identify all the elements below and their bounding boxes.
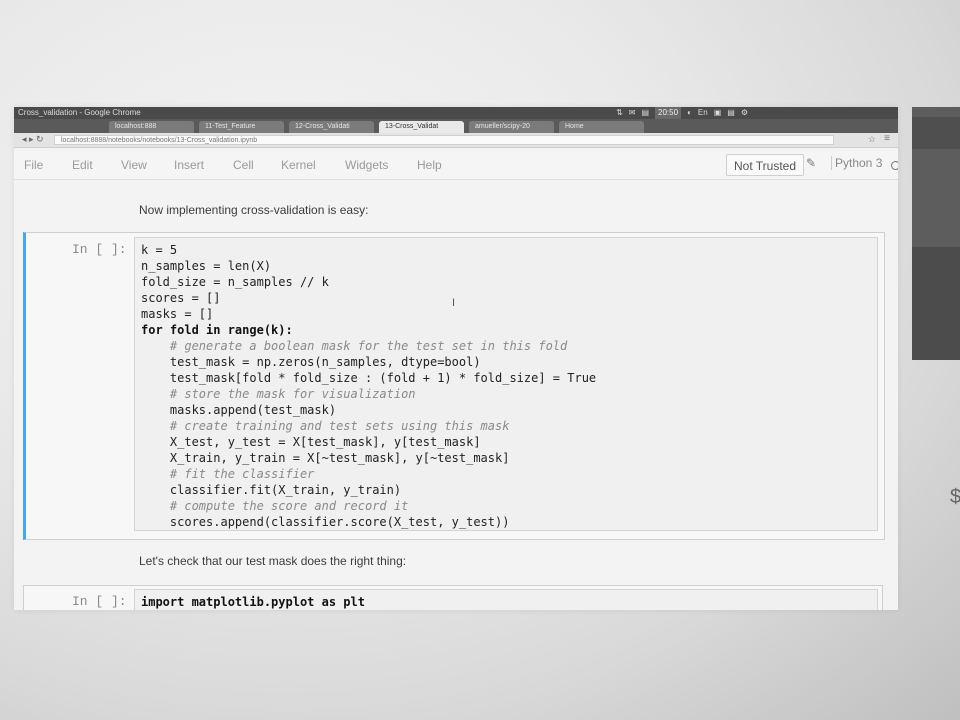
menu-kernel[interactable]: Kernel bbox=[281, 158, 316, 172]
menu-help[interactable]: Help bbox=[417, 158, 442, 172]
browser-menu-icon[interactable]: ≡ bbox=[884, 133, 890, 144]
menu-edit[interactable]: Edit bbox=[72, 158, 93, 172]
code-line: test_mask[fold * fold_size : (fold + 1) … bbox=[141, 371, 597, 385]
tray-icon[interactable]: ▣ bbox=[714, 107, 722, 119]
browser-tab[interactable]: 11-Test_Feature bbox=[199, 121, 284, 133]
browser-tab[interactable]: amueller/scipy-20 bbox=[469, 121, 554, 133]
code-line: X_test, y_test = X[test_mask], y[test_ma… bbox=[141, 435, 481, 449]
battery-icon[interactable]: ◐ bbox=[687, 107, 692, 119]
kernel-status-icon bbox=[891, 161, 898, 170]
menu-widgets[interactable]: Widgets bbox=[345, 158, 388, 172]
menu-cell[interactable]: Cell bbox=[233, 158, 254, 172]
code-line: scores = [] bbox=[141, 291, 221, 305]
code-comment: # fit the classifier bbox=[141, 467, 315, 481]
menu-view[interactable]: View bbox=[121, 158, 147, 172]
notebook-menubar: File Edit View Insert Cell Kernel Widget… bbox=[14, 151, 898, 180]
browser-tab-active[interactable]: 13-Cross_Validat bbox=[379, 121, 464, 133]
language-indicator[interactable]: En bbox=[698, 107, 708, 119]
cell-prompt: In [ ]: bbox=[72, 242, 127, 257]
markdown-cell: Let's check that our test mask does the … bbox=[139, 554, 407, 568]
tray-icon[interactable]: ⇅ bbox=[616, 107, 623, 119]
partial-glyph-icon: $ bbox=[950, 486, 960, 508]
bookmark-star-icon[interactable]: ☆ bbox=[868, 134, 876, 145]
code-editor[interactable]: import matplotlib.pyplot as plt bbox=[134, 589, 878, 610]
code-line: fold_size = n_samples // k bbox=[141, 275, 329, 289]
code-line: import matplotlib.pyplot as plt bbox=[141, 595, 365, 609]
markdown-cell: Now implementing cross-validation is eas… bbox=[139, 203, 369, 217]
code-line: scores.append(classifier.score(X_test, y… bbox=[141, 515, 510, 529]
browser-tab[interactable]: 12-Cross_Validati bbox=[289, 121, 374, 133]
clock-badge[interactable]: 20:50 bbox=[655, 107, 682, 119]
code-line: k = 5 bbox=[141, 243, 178, 257]
os-top-bar: Cross_validation - Google Chrome ⇅ ✉ ▤ 2… bbox=[14, 107, 898, 119]
code-line: masks.append(test_mask) bbox=[141, 403, 337, 417]
url-input[interactable]: localhost:8888/notebooks/notebooks/13-Cr… bbox=[54, 135, 834, 145]
code-line: X_train, y_train = X[~test_mask], y[~tes… bbox=[141, 451, 510, 465]
window-title: Cross_validation - Google Chrome bbox=[18, 108, 141, 117]
panel-block bbox=[912, 247, 960, 360]
adjacent-window-edge bbox=[912, 107, 960, 360]
code-line: test_mask = np.zeros(n_samples, dtype=bo… bbox=[141, 355, 481, 369]
mail-icon[interactable]: ✉ bbox=[629, 107, 636, 119]
cell-prompt: In [ ]: bbox=[72, 594, 127, 609]
code-editor[interactable]: k = 5 n_samples = len(X) fold_size = n_s… bbox=[134, 237, 878, 531]
edit-pencil-icon[interactable]: ✎ bbox=[806, 156, 816, 170]
address-bar-row: ◂ ▸ ↻ localhost:8888/notebooks/notebooks… bbox=[14, 133, 898, 148]
menu-file[interactable]: File bbox=[24, 158, 43, 172]
kernel-name[interactable]: Python 3 bbox=[831, 156, 882, 170]
code-line: masks = [] bbox=[141, 307, 214, 321]
not-trusted-button[interactable]: Not Trusted bbox=[726, 154, 804, 176]
tray-icon[interactable]: ▤ bbox=[727, 107, 735, 119]
panel-block bbox=[912, 117, 960, 149]
menu-insert[interactable]: Insert bbox=[174, 158, 204, 172]
system-tray: ⇅ ✉ ▤ 20:50 ◐ En ▣ ▤ ⚙ bbox=[616, 107, 748, 119]
browser-tab-strip: localhost:888 11-Test_Feature 12-Cross_V… bbox=[14, 119, 898, 133]
code-line: for fold in range(k): bbox=[141, 323, 293, 337]
reload-icon[interactable]: ◂ ▸ ↻ bbox=[22, 134, 44, 145]
code-comment: # create training and test sets using th… bbox=[141, 419, 510, 433]
settings-icon[interactable]: ⚙ bbox=[741, 107, 748, 119]
code-line: classifier.fit(X_train, y_train) bbox=[141, 483, 402, 497]
code-comment: # store the mask for visualization bbox=[141, 387, 416, 401]
browser-window: Cross_validation - Google Chrome ⇅ ✉ ▤ 2… bbox=[14, 107, 898, 610]
code-comment: # generate a boolean mask for the test s… bbox=[141, 339, 568, 353]
code-comment: # compute the score and record it bbox=[141, 499, 409, 513]
browser-tab[interactable]: Home bbox=[559, 121, 644, 133]
browser-tab[interactable]: localhost:888 bbox=[109, 121, 194, 133]
tray-icon[interactable]: ▤ bbox=[641, 107, 649, 119]
code-line: n_samples = len(X) bbox=[141, 259, 272, 273]
mouse-cursor-icon: I bbox=[452, 297, 456, 309]
